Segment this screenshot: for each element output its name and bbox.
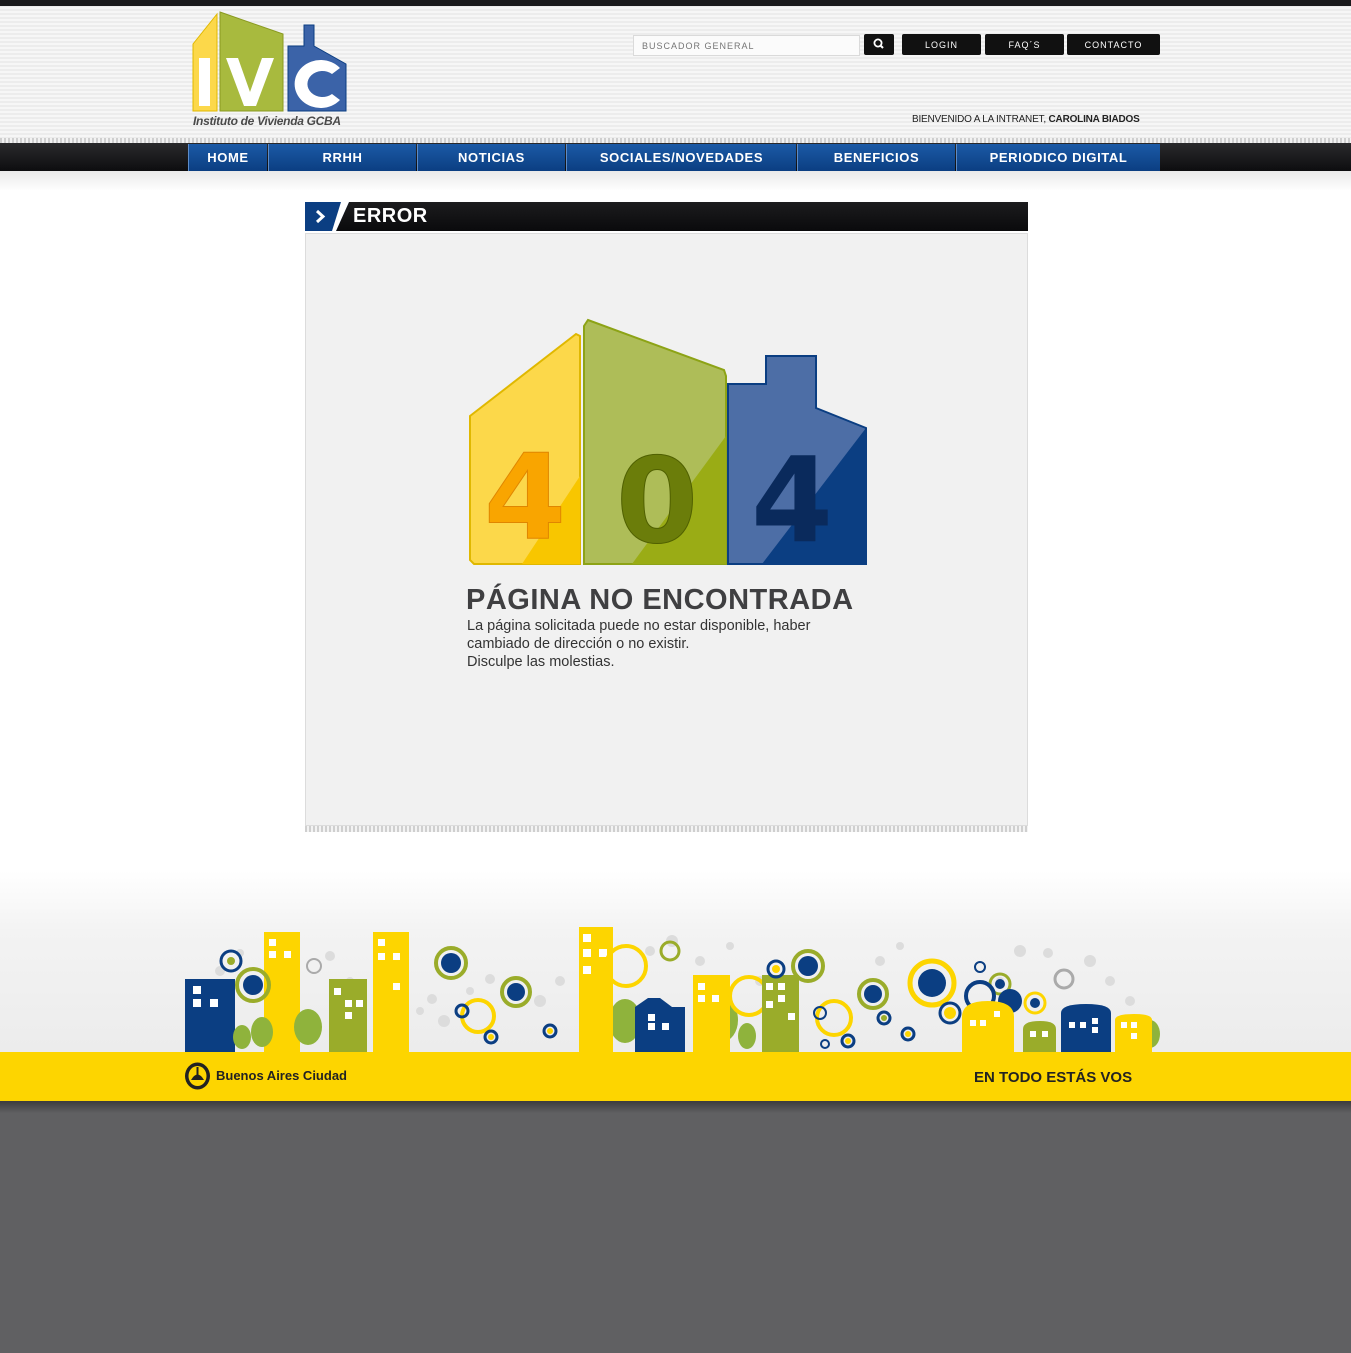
nav-item-sociales-novedades[interactable]: SOCIALES/NOVEDADES [566, 144, 796, 171]
login-button[interactable]: LOGIN [902, 34, 981, 55]
digit-first: 4 [484, 428, 566, 566]
footer-slogan: EN TODO ESTÁS VOS [974, 1069, 1133, 1086]
chevron-right-icon [305, 202, 349, 231]
contact-button[interactable]: CONTACTO [1067, 34, 1160, 55]
nav-item-rrhh[interactable]: RRHH [268, 144, 416, 171]
welcome-user: CAROLINA BIADOS [1048, 114, 1140, 125]
city-illustration [185, 927, 1160, 1052]
search-button[interactable] [864, 34, 894, 55]
nav-item-periodico-digital[interactable]: PERIODICO DIGITAL [956, 144, 1160, 171]
search-input[interactable] [633, 35, 860, 56]
nav-item-noticias[interactable]: NOTICIAS [417, 144, 565, 171]
nav-item-home[interactable]: HOME [188, 144, 267, 171]
error-heading: PÁGINA NO ENCONTRADA [466, 584, 854, 616]
error-message-line-1: La página solicitada puede no estar disp… [467, 618, 811, 634]
digit-third: 4 [751, 431, 833, 568]
search-icon [873, 38, 884, 49]
panel-title: ERROR [353, 205, 428, 227]
faqs-button[interactable]: FAQ´S [985, 34, 1064, 55]
nav-item-beneficios[interactable]: BENEFICIOS [797, 144, 955, 171]
digit-second: 0 [616, 432, 698, 568]
logo-caption: Instituto de Vivienda GCBA [193, 114, 341, 128]
panel-divider [305, 826, 1028, 832]
error-message-line-3: Disculpe las molestias. [467, 654, 615, 670]
buenos-aires-seal-icon [185, 1062, 210, 1090]
buenos-aires-ciudad-label[interactable]: Buenos Aires Ciudad [216, 1068, 347, 1083]
welcome-prefix: BIENVENIDO A LA INTRANET, [912, 114, 1046, 125]
error-message-line-2: cambiado de dirección o no existir. [467, 636, 690, 652]
footer-shadow [0, 1101, 1351, 1113]
error-404-illustration: 4 0 4 [469, 318, 867, 568]
welcome-message: BIENVENIDO A LA INTRANET, CAROLINA BIADO… [912, 114, 1140, 125]
ivc-logo[interactable] [190, 6, 350, 130]
